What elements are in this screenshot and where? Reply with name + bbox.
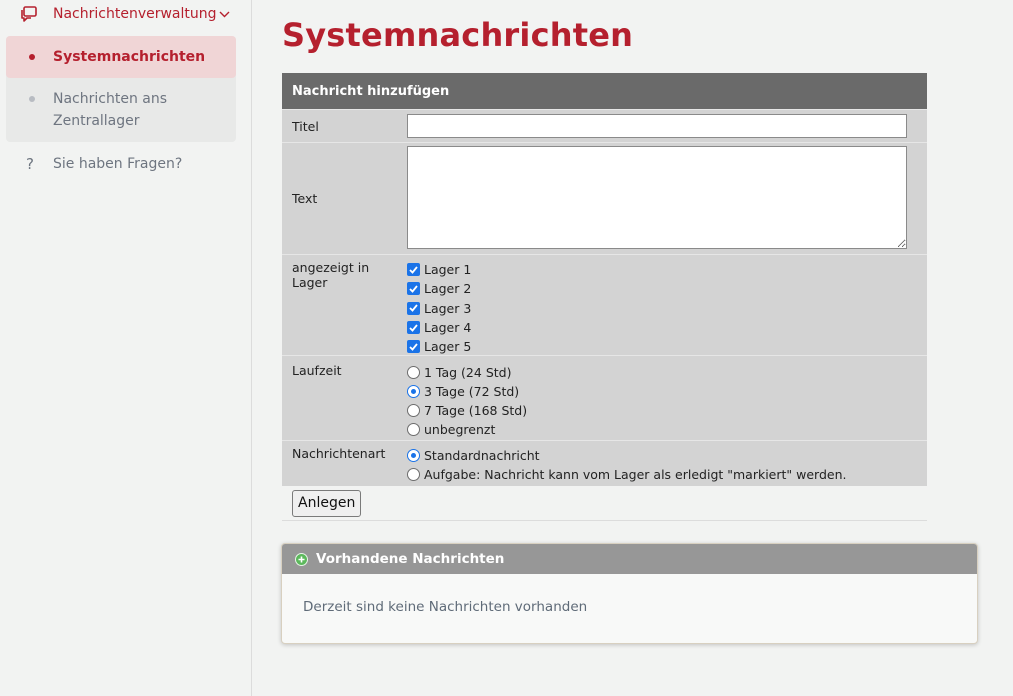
laufzeit-option[interactable]: 1 Tag (24 Std)	[407, 363, 917, 382]
lager-option-label: Lager 1	[424, 262, 472, 278]
checkbox-checked-icon[interactable]	[407, 321, 420, 335]
laufzeit-options: 1 Tag (24 Std) 3 Tage (72 Std) 7 Tage (1…	[407, 363, 927, 440]
lager-option-label: Lager 2	[424, 281, 472, 297]
title-row: Titel	[282, 109, 927, 142]
nachrichtenart-option[interactable]: Standardnachricht	[407, 446, 917, 465]
sidebar-item-label: Nachrichten ans Zentrallager	[53, 91, 168, 129]
existing-messages-header[interactable]: Vorhandene Nachrichten	[282, 544, 977, 574]
lager-option-label: Lager 3	[424, 300, 472, 316]
laufzeit-row: Laufzeit 1 Tag (24 Std) 3 Tage (72 Std) …	[282, 355, 927, 440]
messages-icon	[20, 5, 38, 23]
anlegen-button[interactable]: Anlegen	[292, 489, 362, 517]
laufzeit-option-label: unbegrenzt	[424, 422, 496, 437]
checkbox-checked-icon[interactable]	[407, 282, 420, 296]
radio-icon[interactable]	[407, 366, 420, 379]
text-row: Text	[282, 142, 927, 254]
help-label: Sie haben Fragen?	[53, 156, 183, 172]
subnav: Systemnachrichten Nachrichten ans Zentra…	[6, 36, 236, 142]
title-label: Titel	[292, 118, 319, 134]
lager-options: Lager 1 Lager 2 Lager 3 Lager 4 Lager 5	[407, 260, 927, 355]
laufzeit-option-label: 1 Tag (24 Std)	[424, 365, 512, 380]
laufzeit-label: Laufzeit	[292, 363, 342, 378]
title-input[interactable]	[407, 114, 907, 138]
nav-item-nachrichtenverwaltung[interactable]: Nachrichtenverwaltung	[20, 0, 230, 28]
radio-icon[interactable]	[407, 404, 420, 417]
laufzeit-option[interactable]: unbegrenzt	[407, 420, 917, 439]
nav-parent-label: Nachrichtenverwaltung	[53, 6, 217, 22]
lager-label: angezeigt in Lager	[292, 260, 370, 290]
nachrichtenart-label: Nachrichtenart	[292, 446, 386, 461]
existing-messages-panel: Vorhandene Nachrichten Derzeit sind kein…	[281, 543, 978, 644]
laufzeit-option-label: 3 Tage (72 Std)	[424, 384, 520, 399]
text-textarea[interactable]	[407, 145, 907, 249]
lager-option[interactable]: Lager 1	[407, 260, 917, 279]
submit-row: Anlegen	[282, 486, 927, 521]
laufzeit-option[interactable]: 3 Tage (72 Std)	[407, 382, 917, 401]
laufzeit-option[interactable]: 7 Tage (168 Std)	[407, 401, 917, 420]
form-header: Nachricht hinzufügen	[282, 73, 927, 109]
sidebar-item-label: Systemnachrichten	[53, 49, 206, 65]
lager-option[interactable]: Lager 4	[407, 318, 917, 337]
nachrichtenart-option[interactable]: Aufgabe: Nachricht kann vom Lager als er…	[407, 465, 917, 484]
checkbox-checked-icon[interactable]	[407, 301, 420, 315]
checkbox-checked-icon[interactable]	[407, 263, 420, 277]
empty-state-text: Derzeit sind keine Nachrichten vorhanden	[303, 599, 588, 615]
expand-plus-icon[interactable]	[295, 552, 308, 566]
help-link[interactable]: ? Sie haben Fragen?	[26, 155, 182, 173]
text-label: Text	[292, 191, 318, 206]
radio-selected-icon[interactable]	[407, 449, 420, 462]
bullet-icon	[29, 54, 35, 60]
radio-icon[interactable]	[407, 423, 420, 436]
sidebar: Nachrichtenverwaltung Systemnachrichten …	[0, 0, 252, 696]
add-message-form: Nachricht hinzufügen Titel Text angezeig…	[282, 73, 927, 521]
bullet-icon	[29, 96, 35, 102]
laufzeit-option-label: 7 Tage (168 Std)	[424, 403, 528, 418]
nachrichtenart-options: Standardnachricht Aufgabe: Nachricht kan…	[407, 446, 927, 486]
lager-option-label: Lager 4	[424, 320, 472, 336]
lager-row: angezeigt in Lager Lager 1 Lager 2 Lager…	[282, 254, 927, 355]
lager-option[interactable]: Lager 5	[407, 337, 917, 356]
lager-option[interactable]: Lager 3	[407, 299, 917, 318]
lager-option-label: Lager 5	[424, 339, 472, 355]
nachrichtenart-option-label: Aufgabe: Nachricht kann vom Lager als er…	[424, 467, 847, 482]
sidebar-item-systemnachrichten[interactable]: Systemnachrichten	[6, 36, 236, 78]
radio-icon[interactable]	[407, 468, 420, 481]
question-icon: ?	[26, 155, 34, 173]
sidebar-item-nachrichten-zentrallager[interactable]: Nachrichten ans Zentrallager	[6, 88, 236, 132]
lager-option[interactable]: Lager 2	[407, 279, 917, 298]
page-title: Systemnachrichten	[282, 16, 634, 54]
existing-messages-title: Vorhandene Nachrichten	[316, 551, 505, 567]
radio-selected-icon[interactable]	[407, 385, 420, 398]
checkbox-checked-icon[interactable]	[407, 340, 420, 354]
nachrichtenart-option-label: Standardnachricht	[424, 448, 540, 463]
nachrichtenart-row: Nachrichtenart Standardnachricht Aufgabe…	[282, 440, 927, 486]
chevron-down-icon[interactable]	[219, 11, 230, 18]
